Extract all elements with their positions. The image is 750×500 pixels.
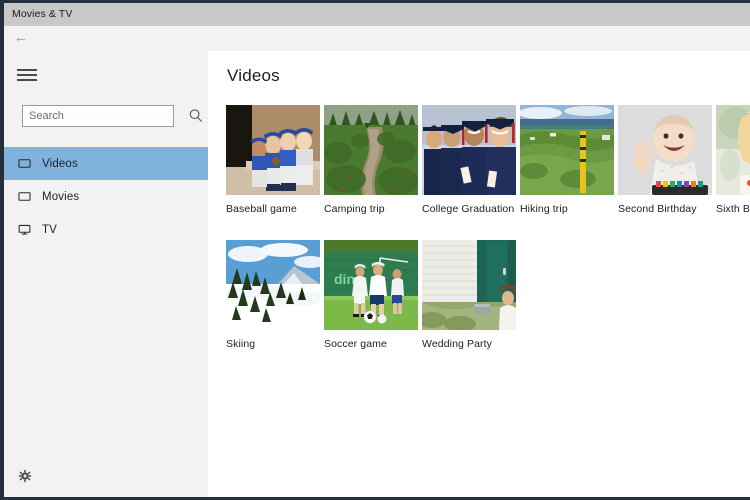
navbar: ←	[4, 26, 750, 51]
grid-row: Skiing din Soccer game Wedding Party	[226, 240, 750, 350]
video-tile[interactable]: Skiing	[226, 240, 320, 350]
hiking-trip-thumbnail	[520, 105, 614, 195]
page-title: Videos	[227, 66, 280, 85]
back-arrow-icon[interactable]: ←	[10, 28, 32, 48]
video-tile[interactable]: Wedding Party	[422, 240, 516, 350]
video-grid: Baseball game Camping trip College Gradu…	[226, 105, 750, 497]
video-tile-label: Second Birthday	[618, 203, 697, 215]
video-tile[interactable]: Hiking trip	[520, 105, 614, 215]
sidebar-item-videos[interactable]: Videos	[4, 147, 208, 180]
video-tile-label: Camping trip	[324, 203, 385, 215]
search-icon[interactable]	[187, 107, 205, 125]
video-tile-label: Soccer game	[324, 338, 387, 350]
video-tile[interactable]: Baseball game	[226, 105, 320, 215]
tv-monitor-icon	[6, 223, 42, 236]
video-tile-label: College Graduation	[422, 203, 515, 215]
video-tile[interactable]: din Soccer game	[324, 240, 418, 350]
grid-row: Baseball game Camping trip College Gradu…	[226, 105, 750, 215]
video-tile-label: Wedding Party	[422, 338, 492, 350]
sidebar-nav-list: Videos Movies TV	[4, 147, 208, 246]
video-tile[interactable]: Second Birthday	[618, 105, 712, 215]
sidebar-item-label: Movies	[42, 190, 80, 203]
search-input[interactable]	[22, 105, 174, 127]
baseball-game-thumbnail	[226, 105, 320, 195]
screen: Movies & TV ← Search Videos Movies TV Vi…	[0, 0, 750, 500]
sidebar-item-movies[interactable]: Movies	[4, 180, 208, 213]
video-tile-label: Hiking trip	[520, 203, 568, 215]
sidebar-item-tv[interactable]: TV	[4, 213, 208, 246]
wedding-party-thumbnail	[422, 240, 516, 330]
settings-button[interactable]	[14, 465, 36, 487]
svg-text:din: din	[334, 271, 355, 287]
sixth-birthday-thumbnail	[716, 105, 750, 195]
movies-and-tv-window: Movies & TV ← Search Videos Movies TV Vi…	[4, 3, 750, 497]
hamburger-icon[interactable]	[14, 65, 40, 87]
gear-icon	[18, 469, 32, 483]
video-tile-label: Baseball game	[226, 203, 297, 215]
video-tile[interactable]: Camping trip	[324, 105, 418, 215]
camping-trip-thumbnail	[324, 105, 418, 195]
sidebar-item-label: TV	[42, 223, 57, 236]
sidebar: Videos Movies	[4, 51, 208, 497]
soccer-game-thumbnail: din	[324, 240, 418, 330]
search-row	[4, 105, 208, 131]
college-graduation-thumbnail	[422, 105, 516, 195]
video-tile[interactable]: College Graduation	[422, 105, 516, 215]
sidebar-item-label: Videos	[42, 157, 78, 170]
video-tile[interactable]: Sixth Birthday	[716, 105, 750, 215]
window-title: Movies & TV	[12, 8, 73, 20]
titlebar: Movies & TV	[4, 3, 750, 26]
skiing-thumbnail	[226, 240, 320, 330]
video-screen-icon	[6, 157, 42, 170]
video-tile-label: Skiing	[226, 338, 256, 350]
content-area: Videos Baseball game Camping trip Colleg…	[208, 51, 750, 497]
video-screen-icon	[6, 190, 42, 203]
second-birthday-thumbnail	[618, 105, 712, 195]
video-tile-label: Sixth Birthday	[716, 203, 750, 215]
